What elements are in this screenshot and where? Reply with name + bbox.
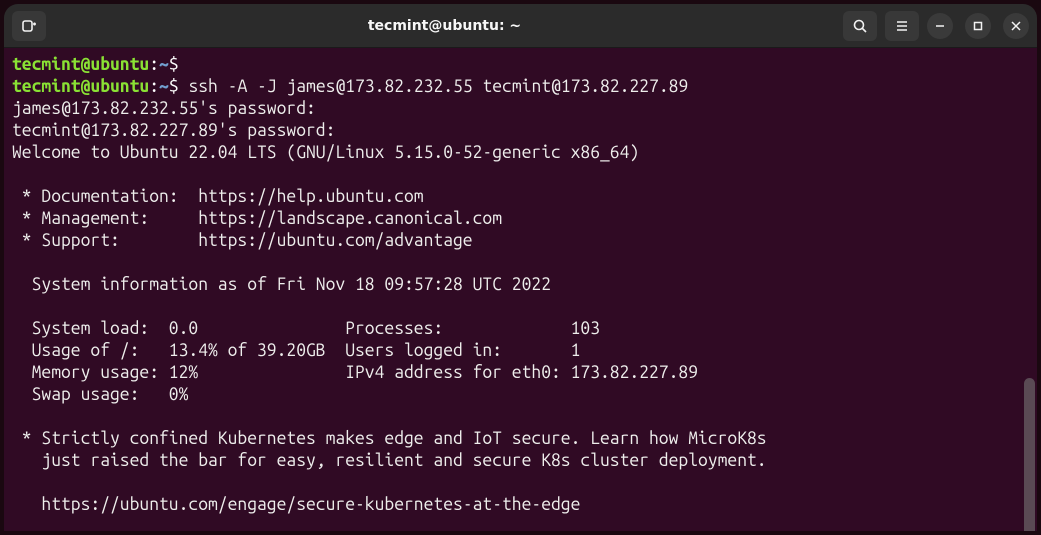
terminal-output[interactable]: tecmint@ubuntu:~$ tecmint@ubuntu:~$ ssh … xyxy=(4,48,1037,531)
new-tab-icon xyxy=(21,18,37,34)
new-tab-button[interactable] xyxy=(12,11,46,41)
output-line: https://ubuntu.com/engage/secure-kuberne… xyxy=(12,494,1029,516)
output-line xyxy=(12,164,1029,186)
output-line: tecmint@173.82.227.89's password: xyxy=(12,120,1029,142)
prompt-path: ~ xyxy=(159,77,169,96)
output-line xyxy=(12,406,1029,428)
maximize-button[interactable] xyxy=(965,13,991,39)
titlebar: tecmint@ubuntu: ~ xyxy=(4,4,1037,48)
command-line: tecmint@ubuntu:~$ ssh -A -J james@173.82… xyxy=(12,76,1029,98)
output-line: Welcome to Ubuntu 22.04 LTS (GNU/Linux 5… xyxy=(12,142,1029,164)
scrollbar[interactable] xyxy=(1024,378,1035,531)
prompt-user: tecmint@ubuntu xyxy=(12,55,149,74)
output-line xyxy=(12,252,1029,274)
output-line: james@173.82.232.55's password: xyxy=(12,98,1029,120)
prompt-line: tecmint@ubuntu:~$ xyxy=(12,54,1029,76)
search-button[interactable] xyxy=(843,11,877,41)
window-controls xyxy=(927,13,1029,39)
hamburger-icon xyxy=(894,18,910,34)
command-text: ssh -A -J james@173.82.232.55 tecmint@17… xyxy=(188,77,688,96)
menu-button[interactable] xyxy=(885,11,919,41)
prompt-path: ~ xyxy=(159,55,169,74)
output-line: System information as of Fri Nov 18 09:5… xyxy=(12,274,1029,296)
window-title: tecmint@ubuntu: ~ xyxy=(54,18,835,34)
prompt-user: tecmint@ubuntu xyxy=(12,77,149,96)
output-line: Usage of /: 13.4% of 39.20GB Users logge… xyxy=(12,340,1029,362)
output-line: just raised the bar for easy, resilient … xyxy=(12,450,1029,472)
minimize-icon xyxy=(935,21,945,31)
minimize-button[interactable] xyxy=(927,13,953,39)
maximize-icon xyxy=(973,21,983,31)
search-icon xyxy=(852,18,868,34)
output-line: System load: 0.0 Processes: 103 xyxy=(12,318,1029,340)
output-line: * Documentation: https://help.ubuntu.com xyxy=(12,186,1029,208)
output-line xyxy=(12,472,1029,494)
output-line: Swap usage: 0% xyxy=(12,384,1029,406)
close-icon xyxy=(1011,21,1021,31)
output-line: Memory usage: 12% IPv4 address for eth0:… xyxy=(12,362,1029,384)
output-line: * Management: https://landscape.canonica… xyxy=(12,208,1029,230)
output-line: * Support: https://ubuntu.com/advantage xyxy=(12,230,1029,252)
output-line xyxy=(12,296,1029,318)
output-line: * Strictly confined Kubernetes makes edg… xyxy=(12,428,1029,450)
close-button[interactable] xyxy=(1003,13,1029,39)
